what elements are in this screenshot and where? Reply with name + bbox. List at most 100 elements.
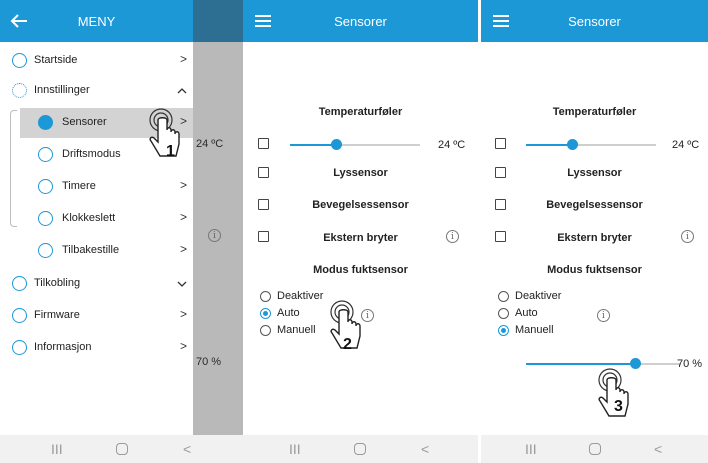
- sensor-icon: [38, 115, 53, 130]
- temperature-sensor-title: Temperaturføler: [552, 106, 637, 118]
- overlay-shade-top: [193, 0, 243, 42]
- home-icon: [12, 53, 27, 68]
- submenu-bracket: [10, 110, 17, 227]
- radio-manuell[interactable]: [498, 325, 509, 336]
- behind-humidity-value: 70 %: [196, 356, 222, 368]
- navigation-drawer: Startside > Innstillinger Sensorer > Dri…: [0, 42, 193, 435]
- home-button-icon[interactable]: [589, 443, 601, 455]
- external-switch-info-icon[interactable]: i: [681, 230, 694, 243]
- radio-label-manuell: Manuell: [515, 324, 554, 336]
- home-button-icon[interactable]: [354, 443, 366, 455]
- step-number-3: 3: [614, 398, 623, 415]
- humidity-mode-title: Modus fuktsensor: [313, 264, 408, 276]
- temperature-slider-knob[interactable]: [567, 139, 578, 150]
- menu-item-label: Startside: [34, 54, 78, 66]
- chevron-down-icon: [177, 281, 187, 287]
- temperature-value: 24 ºC: [672, 139, 700, 151]
- menu-item-label: Tilbakestille: [62, 244, 120, 256]
- radio-label-auto: Auto: [277, 307, 300, 319]
- temperature-slider-knob[interactable]: [331, 139, 342, 150]
- step-number-1: 1: [166, 143, 175, 160]
- menu-item-startside[interactable]: Startside >: [0, 46, 193, 76]
- menu-screen: MENY Startside > Innstillinger Sensorer …: [0, 0, 243, 463]
- chevron-right-icon: >: [179, 52, 187, 66]
- temperature-slider-fill: [526, 144, 572, 146]
- chevron-right-icon: >: [179, 242, 187, 256]
- humidity-value: 70 %: [677, 358, 703, 370]
- chevron-up-icon: [177, 88, 187, 94]
- menu-item-informasjon[interactable]: Informasjon >: [0, 333, 193, 363]
- clock-icon: [38, 211, 53, 226]
- temperature-value: 24 ºC: [438, 139, 466, 151]
- chevron-right-icon: >: [179, 210, 187, 224]
- radio-auto[interactable]: [498, 308, 509, 319]
- humidity-info-icon[interactable]: i: [597, 309, 610, 322]
- radio-label-deaktiver: Deaktiver: [515, 290, 562, 302]
- sensors-app-bar: Sensorer: [243, 0, 478, 42]
- menu-item-innstillinger[interactable]: Innstillinger: [0, 76, 193, 106]
- humidity-slider-fill: [526, 363, 635, 365]
- back-icon[interactable]: <: [654, 441, 662, 457]
- menu-item-label: Sensorer: [62, 116, 107, 128]
- radio-label-auto: Auto: [515, 307, 538, 319]
- recent-apps-icon[interactable]: III: [51, 441, 63, 457]
- radio-auto[interactable]: [260, 308, 271, 319]
- menu-item-label: Firmware: [34, 309, 80, 321]
- info-icon: [12, 340, 27, 355]
- menu-item-tilkobling[interactable]: Tilkobling: [0, 269, 193, 299]
- radio-label-manuell: Manuell: [277, 324, 316, 336]
- mode-icon: [38, 147, 53, 162]
- menu-item-label: Innstillinger: [34, 84, 90, 96]
- back-icon[interactable]: <: [183, 441, 191, 457]
- radio-deaktiver[interactable]: [498, 291, 509, 302]
- page-title: Sensorer: [334, 14, 387, 29]
- menu-item-firmware[interactable]: Firmware >: [0, 301, 193, 331]
- menu-item-timere[interactable]: Timere >: [20, 172, 193, 202]
- radio-label-deaktiver: Deaktiver: [277, 290, 324, 302]
- sensors-screen-manual: Sensorer Temperaturføler 24 ºC Lyssensor…: [481, 0, 708, 463]
- timer-icon: [38, 179, 53, 194]
- temperature-checkbox[interactable]: [258, 138, 269, 149]
- behind-temp-value: 24 ºC: [196, 138, 224, 150]
- temperature-sensor-title: Temperaturføler: [318, 106, 403, 118]
- sensors-screen-auto: Sensorer Temperaturføler 24 ºC Lyssensor…: [243, 0, 478, 463]
- chevron-right-icon: >: [179, 178, 187, 192]
- radio-deaktiver[interactable]: [260, 291, 271, 302]
- light-sensor-label: Lyssensor: [333, 167, 388, 179]
- chevron-right-icon: >: [179, 307, 187, 321]
- menu-title: MENY: [77, 14, 116, 29]
- menu-item-klokkeslett[interactable]: Klokkeslett >: [20, 204, 193, 234]
- light-sensor-label: Lyssensor: [567, 167, 622, 179]
- menu-item-tilbakestille[interactable]: Tilbakestille >: [20, 236, 193, 266]
- system-nav-bar: III <: [243, 435, 478, 463]
- system-nav-bar: III <: [0, 435, 243, 463]
- sensors-app-bar: Sensorer: [481, 0, 708, 42]
- home-button-icon[interactable]: [116, 443, 128, 455]
- temperature-checkbox[interactable]: [495, 138, 506, 149]
- step-number-2: 2: [343, 336, 352, 353]
- chevron-right-icon: >: [179, 339, 187, 353]
- radio-manuell[interactable]: [260, 325, 271, 336]
- menu-item-label: Tilkobling: [34, 277, 81, 289]
- temperature-slider-fill: [290, 144, 336, 146]
- external-switch-label: Ekstern bryter: [323, 232, 398, 244]
- back-icon[interactable]: <: [421, 441, 429, 457]
- share-icon: [12, 276, 27, 291]
- menu-item-label: Informasjon: [34, 341, 92, 353]
- reset-icon: [38, 243, 53, 258]
- external-switch-info-icon[interactable]: i: [446, 230, 459, 243]
- page-title: Sensorer: [568, 14, 621, 29]
- recent-apps-icon[interactable]: III: [289, 441, 301, 457]
- external-switch-label: Ekstern bryter: [557, 232, 632, 244]
- recent-apps-icon[interactable]: III: [525, 441, 537, 457]
- system-nav-bar: III <: [481, 435, 708, 463]
- humidity-mode-title: Modus fuktsensor: [547, 264, 642, 276]
- menu-item-label: Driftsmodus: [62, 148, 121, 160]
- motion-sensor-label: Bevegelsessensor: [546, 199, 643, 211]
- settings-gear-icon: [12, 83, 27, 98]
- menu-item-label: Klokkeslett: [62, 212, 116, 224]
- chip-icon: [12, 308, 27, 323]
- behind-info-icon: i: [208, 229, 221, 242]
- menu-item-label: Timere: [62, 180, 96, 192]
- motion-sensor-label: Bevegelsessensor: [312, 199, 409, 211]
